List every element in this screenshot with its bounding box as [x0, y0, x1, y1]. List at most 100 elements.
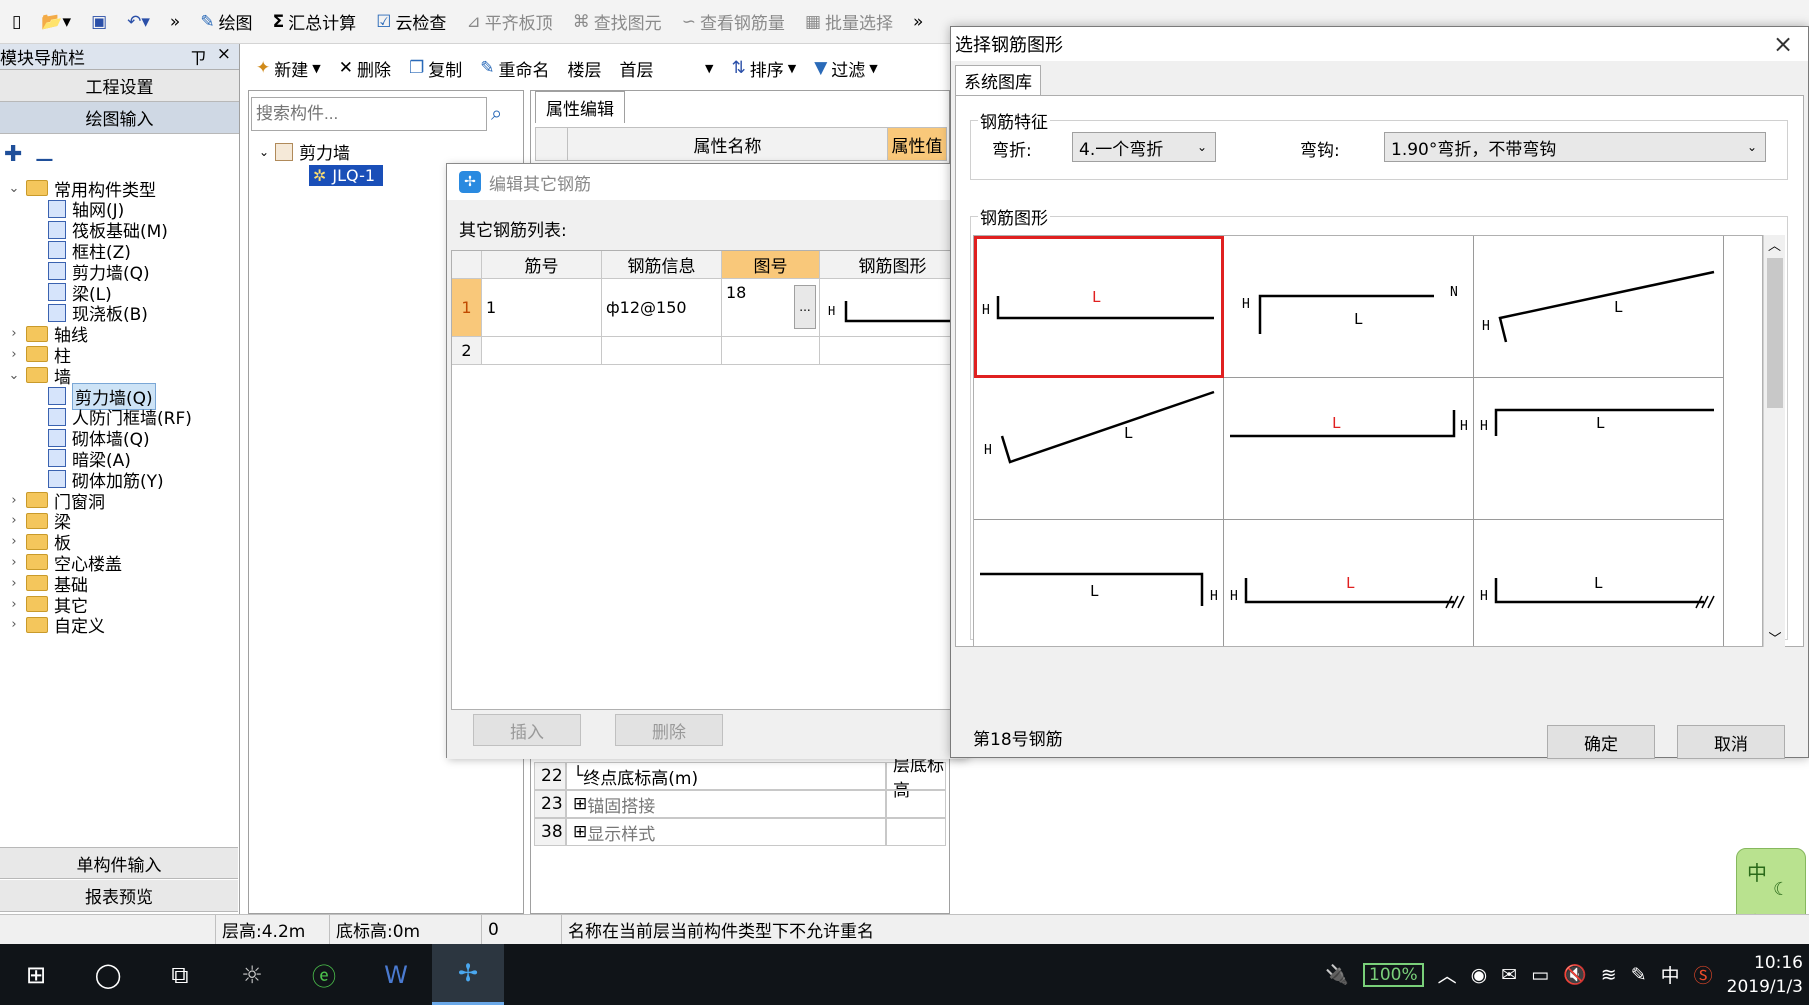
s-app-icon[interactable]: Ⓢ — [1694, 961, 1713, 988]
rebar-no-cell-1[interactable]: 1 — [482, 279, 602, 337]
open-folder-icon[interactable]: 📂▾ — [33, 5, 79, 39]
shape-cell-6[interactable]: HL — [1474, 378, 1724, 520]
cancel-button[interactable]: 取消 — [1677, 725, 1785, 759]
scroll-down-icon[interactable]: ﹀ — [1764, 628, 1786, 647]
battery-indicator[interactable]: 100% — [1363, 962, 1424, 987]
start-icon[interactable]: ⊞ — [0, 944, 72, 1005]
rebar-info-cell-1[interactable]: ф12@150 — [602, 279, 722, 337]
copy-component-button[interactable]: ❐ 复制 — [401, 51, 470, 85]
property-row[interactable]: 38 ⊞ 显示样式 — [534, 818, 946, 846]
clock[interactable]: 10:16 2019/1/3 — [1727, 951, 1803, 999]
tab-property-edit[interactable]: 属性编辑 — [535, 91, 625, 123]
figure-picker-button[interactable]: ... — [794, 285, 816, 329]
component-item-jlq-1[interactable]: ✲ JLQ-1 — [309, 165, 384, 186]
shape-grid-scrollbar[interactable]: ︿ ﹀ — [1763, 235, 1785, 647]
rename-component-button[interactable]: ✎ 重命名 — [472, 51, 557, 85]
task-view-icon[interactable]: ⧉ — [144, 944, 216, 1005]
shape-cell-4[interactable]: HL — [974, 378, 1224, 520]
figure-no-cell-2[interactable] — [722, 337, 820, 365]
chevron-right-icon[interactable]: › — [8, 513, 20, 528]
scroll-up-icon[interactable]: ︿ — [1764, 235, 1785, 254]
word-icon[interactable]: W — [360, 944, 432, 1005]
pin-icon[interactable]: ㄗ — [190, 44, 207, 69]
expand-arrow-icon[interactable]: ⌄ — [259, 145, 269, 159]
filter-button[interactable]: ▼ 过滤 ▼ — [806, 51, 886, 85]
chevron-right-icon[interactable]: › — [8, 597, 20, 612]
rebar-no-cell-2[interactable] — [482, 337, 602, 365]
hook-select[interactable]: 1.90°弯折，不带弯钩 ⌄ — [1384, 132, 1766, 162]
app-swirl-icon[interactable]: ☼ — [216, 944, 288, 1005]
close-icon[interactable]: × — [217, 44, 231, 69]
figure-no-cell-1[interactable]: 18 ... — [722, 279, 820, 337]
new-file-icon[interactable]: ▯ — [4, 5, 29, 39]
volume-mute-icon[interactable]: 🔇 — [1563, 963, 1587, 986]
rebar-info-cell-2[interactable] — [602, 337, 722, 365]
expand-plus-icon[interactable]: ⊞ — [573, 822, 587, 842]
scroll-thumb[interactable] — [1766, 258, 1783, 408]
delete-component-button[interactable]: ✕ 删除 — [331, 51, 399, 85]
bend-select[interactable]: 4.一个弯折 ⌄ — [1072, 132, 1216, 162]
chevron-right-icon[interactable]: › — [8, 347, 20, 362]
floor-select[interactable]: 首层 ▼ — [611, 51, 721, 85]
chevron-up-icon[interactable]: ︿ — [1438, 961, 1457, 988]
shape-cell-1[interactable]: HL — [974, 236, 1224, 378]
batch-select-button[interactable]: ▦ 批量选择 — [797, 5, 901, 39]
toolbar-overflow-icon-2[interactable]: » — [905, 5, 931, 39]
shape-cell-7[interactable]: LH — [974, 520, 1224, 646]
pen-icon[interactable]: ✎ — [1631, 964, 1647, 986]
chevron-down-icon[interactable]: ⌄ — [8, 181, 20, 196]
chevron-right-icon[interactable]: › — [8, 555, 20, 570]
property-name-cell[interactable]: └ 终点底标高(m) — [566, 762, 886, 790]
tab-system-library[interactable]: 系统图库 — [955, 65, 1041, 95]
property-row[interactable]: 23 ⊞ 锚固搭接 — [534, 790, 946, 818]
glodon-app-icon[interactable]: ✢ — [432, 944, 504, 1005]
sort-button[interactable]: ⇅ 排序 ▼ — [723, 51, 804, 85]
summary-calc-button[interactable]: Σ 汇总计算 — [265, 5, 365, 39]
draw-button[interactable]: ✎ 绘图 — [192, 5, 260, 39]
toolbar-overflow-icon[interactable]: » — [162, 5, 188, 39]
shape-cell-2[interactable]: H L N — [1224, 236, 1474, 378]
component-search-input[interactable] — [251, 97, 487, 131]
property-name-cell[interactable]: ⊞ 显示样式 — [566, 818, 886, 846]
report-preview-button[interactable]: 报表预览 — [0, 880, 238, 912]
tree-folder[interactable]: › 自定义 — [8, 613, 105, 637]
chevron-down-icon[interactable]: ⌄ — [8, 368, 20, 383]
expand-all-icon[interactable]: ✚ — [4, 142, 22, 167]
shape-cell-8[interactable]: HL — [1224, 520, 1474, 646]
shape-cell-3[interactable]: HL — [1474, 236, 1724, 378]
chevron-right-icon[interactable]: › — [8, 326, 20, 341]
collapse-all-icon[interactable]: ⚊ — [34, 142, 54, 167]
view-rebar-button[interactable]: ∽ 查看钢筋量 — [674, 5, 793, 39]
ime-tray-label[interactable]: 中 — [1661, 961, 1680, 988]
chevron-right-icon[interactable]: › — [8, 534, 20, 549]
row-index-1[interactable]: 1 — [452, 279, 482, 337]
new-component-button[interactable]: ✦ 新建 ▼ — [248, 51, 329, 85]
property-value-cell[interactable]: 层底标高 — [886, 756, 946, 801]
network-card-icon[interactable]: ▭ — [1531, 964, 1549, 986]
component-group[interactable]: ⌄ 剪力墙 — [259, 139, 350, 164]
find-element-button[interactable]: ⌘ 查找图元 — [565, 5, 670, 39]
shape-cell-9[interactable]: HL — [1474, 520, 1724, 646]
chevron-right-icon[interactable]: › — [8, 617, 20, 632]
record-icon[interactable]: ◉ — [1471, 964, 1488, 986]
chevron-right-icon[interactable]: › — [8, 493, 20, 508]
insert-button[interactable]: 插入 — [473, 714, 581, 746]
wechat-icon[interactable]: ✉ — [1501, 964, 1517, 986]
ok-button[interactable]: 确定 — [1547, 725, 1655, 759]
project-settings-button[interactable]: 工程设置 — [0, 70, 239, 102]
delete-row-button[interactable]: 删除 — [615, 714, 723, 746]
undo-icon[interactable]: ↶▾ — [119, 5, 158, 39]
save-icon[interactable]: ▣ — [83, 5, 115, 39]
drawing-input-button[interactable]: 绘图输入 — [0, 102, 239, 134]
property-row[interactable]: 22└ 终点底标高(m)层底标高 — [534, 756, 946, 801]
align-top-button[interactable]: ⊿ 平齐板顶 — [458, 5, 560, 39]
property-value-cell[interactable] — [886, 818, 946, 846]
app-green-e-icon[interactable]: ⓔ — [288, 944, 360, 1005]
property-name-cell[interactable]: ⊞ 锚固搭接 — [566, 790, 886, 818]
chevron-right-icon[interactable]: › — [8, 576, 20, 591]
single-component-input-button[interactable]: 单构件输入 — [0, 847, 238, 879]
close-icon[interactable]: × — [1768, 30, 1798, 58]
wifi-icon[interactable]: ≋ — [1601, 964, 1617, 986]
expand-plus-icon[interactable]: ⊞ — [573, 794, 587, 814]
cloud-check-button[interactable]: ☑ 云检查 — [368, 5, 454, 39]
